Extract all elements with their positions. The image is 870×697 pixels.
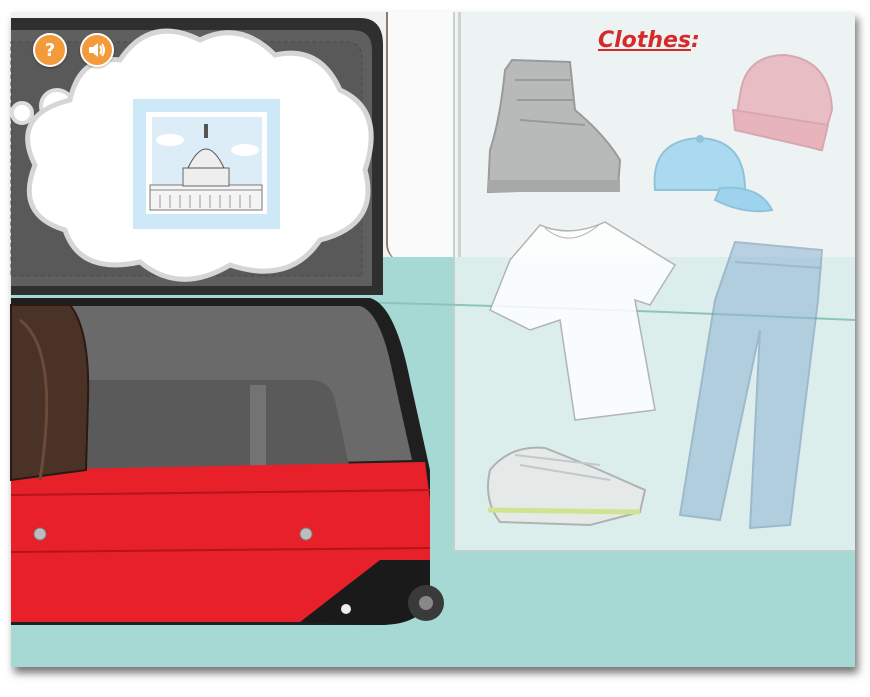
t-shirt-icon[interactable] [489,221,677,421]
panel-title-colon: : [691,28,700,53]
jeans-icon[interactable] [678,240,824,530]
panel-title-text: Clothes [598,28,691,53]
help-button[interactable]: ? [33,33,67,67]
sound-button[interactable] [80,33,114,67]
scene-drawing [10,18,856,625]
brown-bag [10,304,90,482]
winter-boot-icon[interactable] [486,58,622,194]
panel-title: Clothes: [598,28,700,53]
speaker-icon [89,43,105,57]
sneaker-icon[interactable] [487,446,647,527]
baseball-cap-icon[interactable] [653,135,774,213]
beanie-hat-icon[interactable] [731,53,834,152]
